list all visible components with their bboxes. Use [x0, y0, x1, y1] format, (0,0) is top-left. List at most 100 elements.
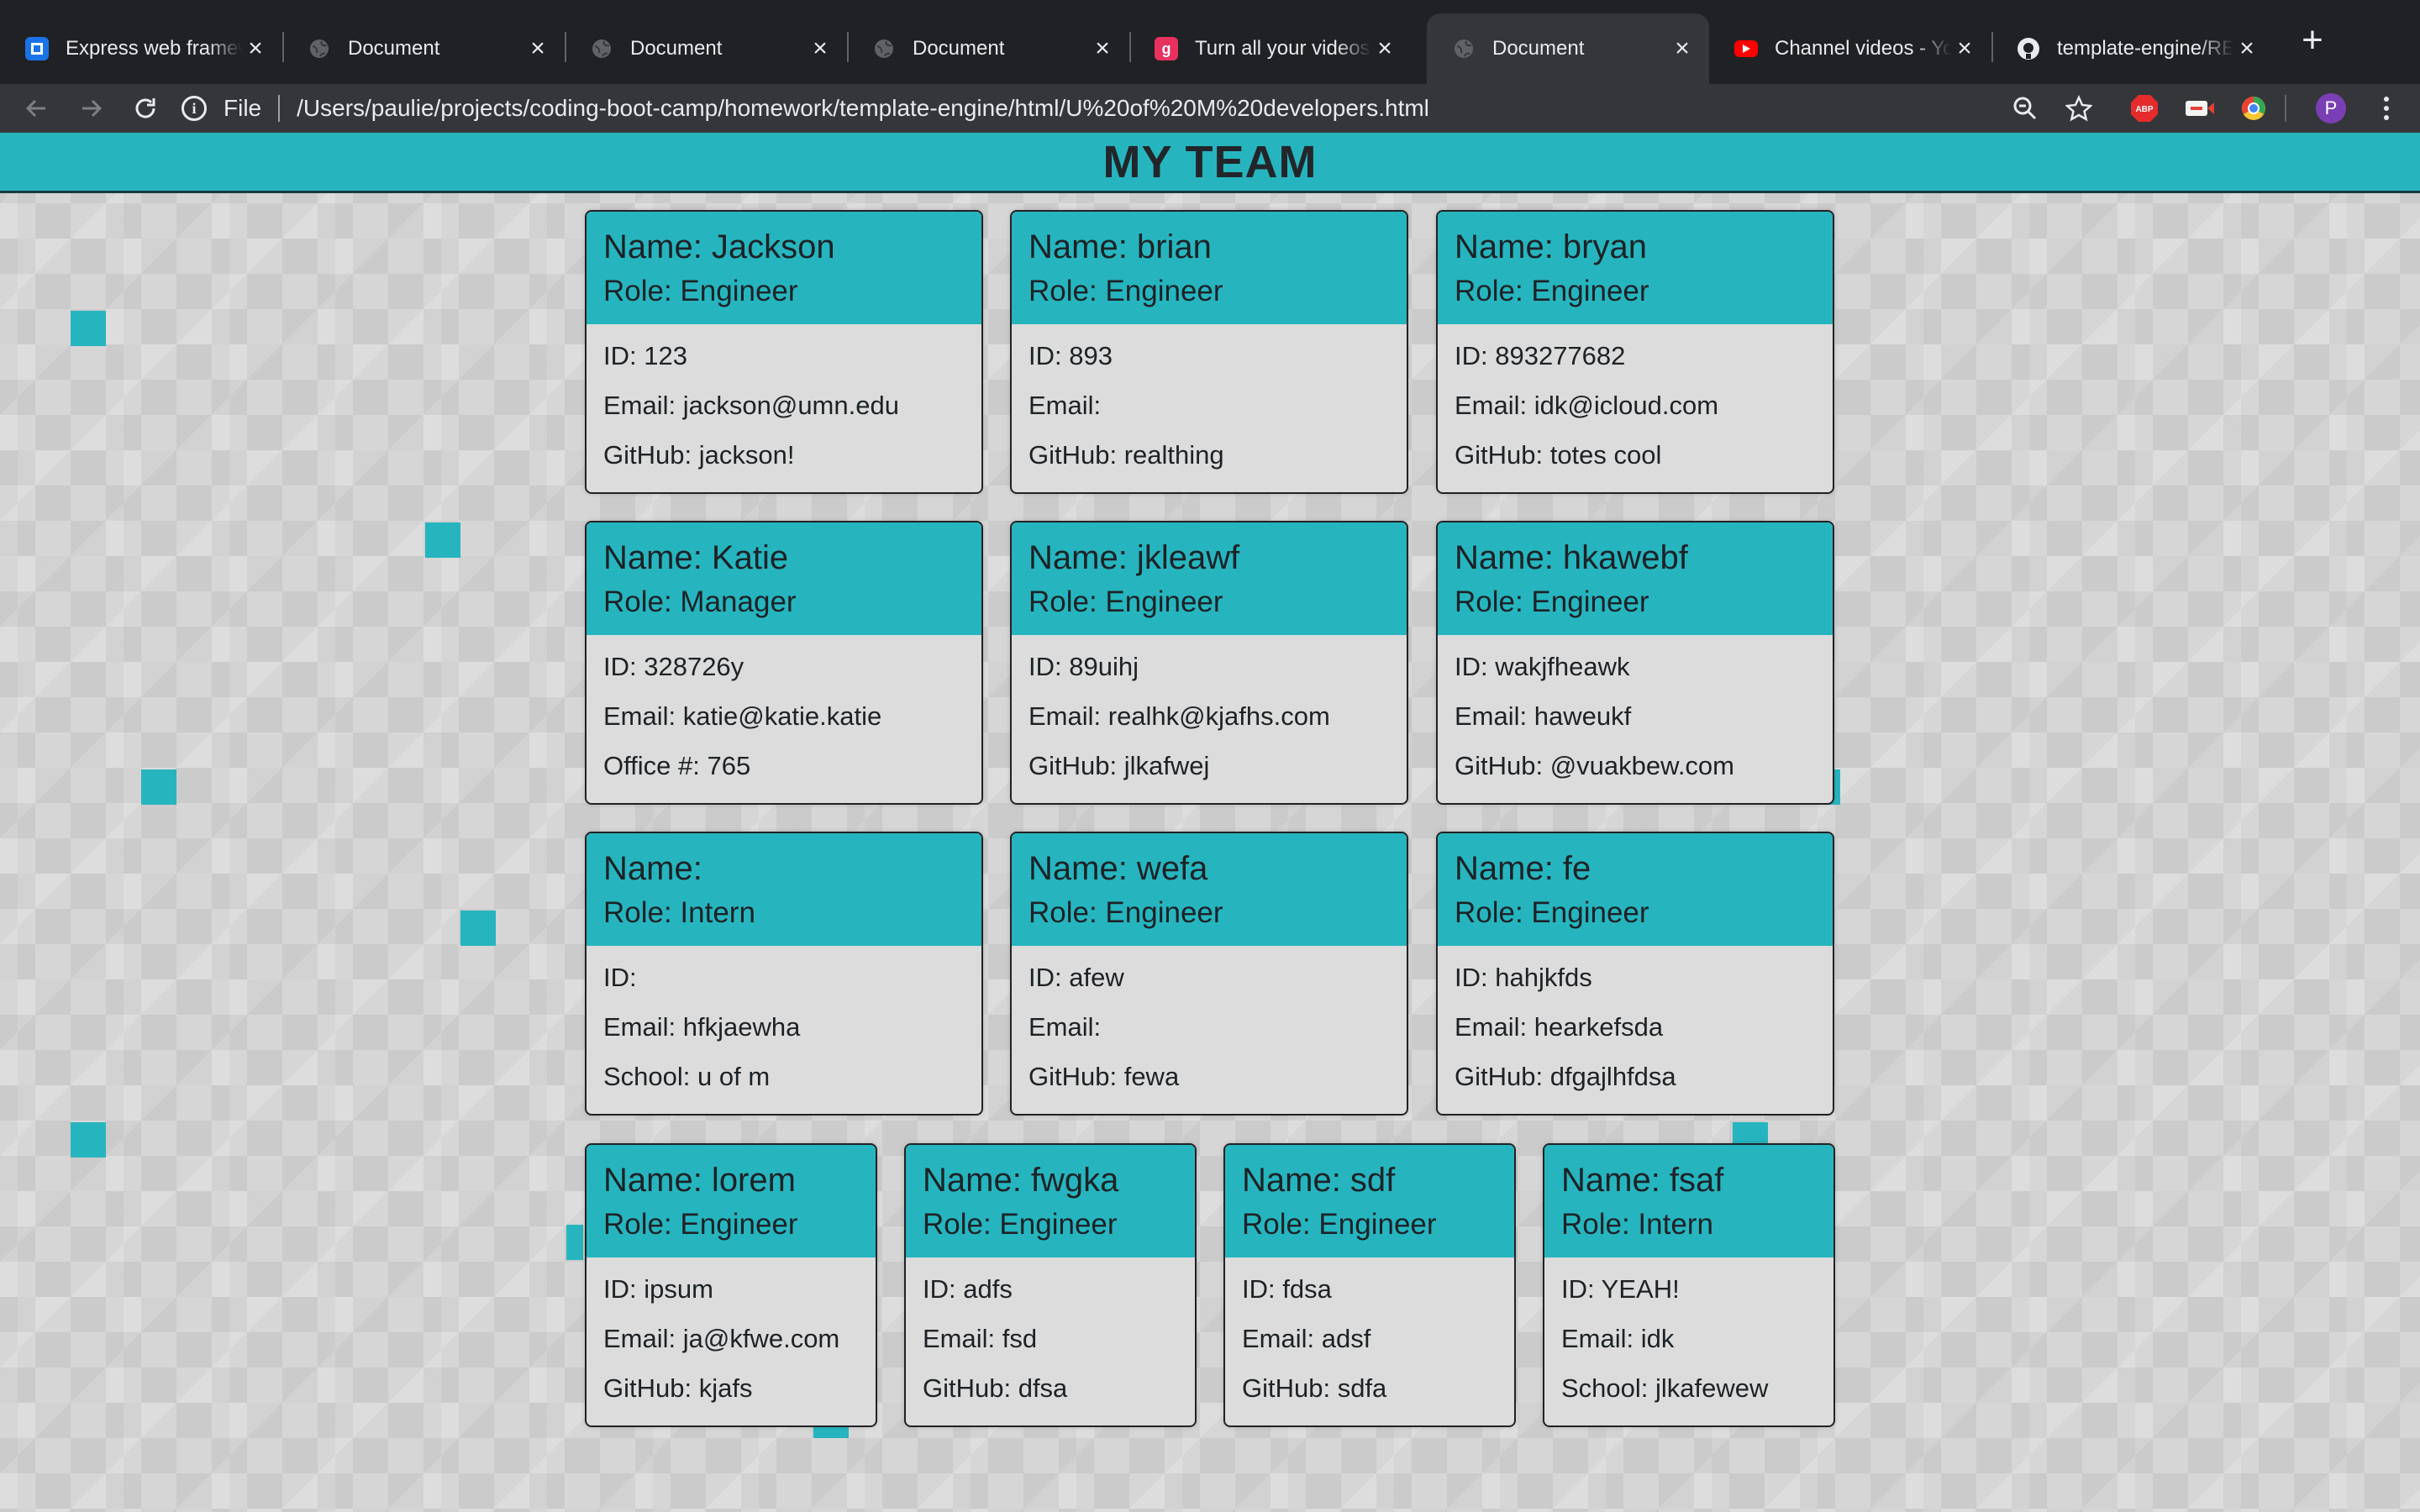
scheme-label: File	[224, 95, 262, 121]
tab-title: Express web framework	[66, 37, 242, 60]
employee-name: Name: lorem	[603, 1162, 796, 1199]
tab-turn-videos[interactable]: g Turn all your videos ×	[1129, 13, 1412, 84]
card-body: ID: adfs Email: fsd GitHub: dfsa	[906, 1257, 1195, 1413]
employee-extra: GitHub: fewa	[1028, 1062, 1180, 1091]
tab-document-1[interactable]: Document ×	[282, 13, 566, 84]
g-logo-icon: g	[1155, 37, 1178, 60]
employee-name: Name: brian	[1028, 228, 1212, 265]
tab-document-2[interactable]: Document ×	[565, 13, 849, 84]
card-header: Name: fsaf Role: Intern	[1544, 1145, 1833, 1257]
employee-id: ID: fdsa	[1242, 1274, 1332, 1304]
card-body: ID: hahjkfds Email: hearkefsda GitHub: d…	[1438, 946, 1833, 1101]
employee-name: Name: sdf	[1242, 1162, 1396, 1199]
back-button[interactable]	[17, 89, 55, 128]
card-header: Name: lorem Role: Engineer	[587, 1145, 876, 1257]
url-text[interactable]: /Users/paulie/projects/coding-boot-camp/…	[297, 95, 1429, 122]
employee-card: Name: sdf Role: Engineer ID: fdsa Email:…	[1223, 1143, 1516, 1427]
close-icon[interactable]: ×	[242, 34, 269, 62]
employee-role: Role: Engineer	[603, 275, 798, 307]
close-icon[interactable]: ×	[2233, 34, 2260, 62]
employee-id: ID: 328726y	[603, 652, 744, 681]
employee-role: Role: Engineer	[603, 1208, 798, 1241]
employee-id: ID: hahjkfds	[1455, 963, 1592, 992]
profile-avatar[interactable]: P	[2314, 84, 2348, 133]
employee-role: Role: Engineer	[1028, 275, 1223, 307]
close-icon[interactable]: ×	[1669, 34, 1696, 62]
employee-name: Name: Katie	[603, 539, 789, 576]
close-icon[interactable]: ×	[807, 34, 834, 62]
employee-card: Name: Role: Intern ID: Email: hfkjaewha …	[585, 832, 983, 1116]
employee-card: Name: fwgka Role: Engineer ID: adfs Emai…	[904, 1143, 1197, 1427]
employee-role: Role: Engineer	[1242, 1208, 1437, 1241]
team-cards: Name: Jackson Role: Engineer ID: 123 Ema…	[0, 133, 2420, 1512]
employee-extra: School: jlkafewew	[1561, 1373, 1769, 1403]
tab-document-active[interactable]: Document ×	[1427, 13, 1709, 84]
card-header: Name: sdf Role: Engineer	[1225, 1145, 1514, 1257]
employee-id: ID: adfs	[923, 1274, 1013, 1304]
employee-email: Email: idk	[1561, 1324, 1675, 1353]
globe-icon	[590, 37, 613, 60]
reload-button[interactable]	[126, 89, 165, 128]
close-icon[interactable]: ×	[1951, 34, 1978, 62]
colorpick-extension-icon[interactable]	[2237, 84, 2270, 133]
express-logo-icon	[25, 37, 49, 60]
tab-express[interactable]: Express web framework ×	[0, 13, 284, 84]
employee-email: Email: idk@icloud.com	[1455, 391, 1719, 420]
youtube-icon	[1734, 40, 1758, 57]
employee-card: Name: jkleawf Role: Engineer ID: 89uihj …	[1010, 521, 1408, 805]
card-header: Name: Katie Role: Manager	[587, 522, 981, 635]
employee-email: Email: adsf	[1242, 1324, 1371, 1353]
tab-document-3[interactable]: Document ×	[847, 13, 1131, 84]
employee-extra: GitHub: totes cool	[1455, 440, 1662, 470]
forward-button[interactable]	[72, 89, 111, 128]
video-extension-icon[interactable]	[2181, 84, 2218, 133]
tab-title: Turn all your videos	[1195, 37, 1370, 60]
employee-card: Name: fe Role: Engineer ID: hahjkfds Ema…	[1436, 832, 1834, 1116]
employee-extra: School: u of m	[603, 1062, 771, 1091]
tab-title: template-engine/README	[2057, 37, 2233, 60]
card-header: Name: Role: Intern	[587, 833, 981, 946]
card-body: ID: afew Email: GitHub: fewa	[1012, 946, 1407, 1101]
adblock-extension-icon[interactable]: ABP	[2128, 84, 2161, 133]
tab-github[interactable]: template-engine/README ×	[1991, 13, 2274, 84]
tab-title: Channel videos - YouTube	[1775, 37, 1951, 60]
close-icon[interactable]: ×	[524, 34, 551, 62]
zoom-out-icon[interactable]	[2008, 84, 2042, 133]
employee-role: Role: Engineer	[923, 1208, 1118, 1241]
employee-email: Email: katie@katie.katie	[603, 701, 882, 731]
employee-id: ID: 893277682	[1455, 341, 1626, 370]
employee-role: Role: Engineer	[1028, 896, 1223, 929]
employee-email: Email: jackson@umn.edu	[603, 391, 899, 420]
reload-icon	[135, 98, 155, 118]
globe-icon	[308, 37, 331, 60]
address-bar[interactable]: i File /Users/paulie/projects/coding-boo…	[182, 84, 2047, 133]
employee-extra: GitHub: sdfa	[1242, 1373, 1387, 1403]
employee-name: Name: fsaf	[1561, 1162, 1724, 1199]
employee-card: Name: wefa Role: Engineer ID: afew Email…	[1010, 832, 1408, 1116]
employee-id: ID: YEAH!	[1561, 1274, 1680, 1304]
bookmark-star-icon[interactable]	[2062, 84, 2096, 133]
tab-title: Document	[913, 37, 1005, 60]
toolbar-divider	[2284, 84, 2287, 133]
tab-youtube[interactable]: Channel videos - YouTube ×	[1709, 13, 1993, 84]
employee-id: ID:	[603, 963, 637, 992]
card-body: ID: fdsa Email: adsf GitHub: sdfa	[1225, 1257, 1514, 1413]
employee-role: Role: Engineer	[1455, 275, 1649, 307]
close-icon[interactable]: ×	[1089, 34, 1116, 62]
employee-card: Name: hkawebf Role: Engineer ID: wakjfhe…	[1436, 521, 1834, 805]
employee-role: Role: Intern	[1561, 1208, 1713, 1241]
card-body: ID: ipsum Email: ja@kfwe.com GitHub: kja…	[587, 1257, 876, 1413]
card-header: Name: fe Role: Engineer	[1438, 833, 1833, 946]
employee-id: ID: 893	[1028, 341, 1113, 370]
close-icon[interactable]: ×	[1371, 34, 1398, 62]
browser-toolbar: i File /Users/paulie/projects/coding-boo…	[0, 84, 2420, 133]
info-icon[interactable]: i	[182, 96, 207, 121]
employee-extra: GitHub: jackson!	[603, 440, 795, 470]
new-tab-button[interactable]: +	[2294, 22, 2331, 59]
employee-card: Name: bryan Role: Engineer ID: 893277682…	[1436, 210, 1834, 494]
menu-button[interactable]	[2370, 84, 2403, 133]
card-body: ID: 893 Email: GitHub: realthing	[1012, 324, 1407, 480]
employee-name: Name: bryan	[1455, 228, 1647, 265]
card-body: ID: 89uihj Email: realhk@kjafhs.com GitH…	[1012, 635, 1407, 790]
employee-id: ID: afew	[1028, 963, 1124, 992]
